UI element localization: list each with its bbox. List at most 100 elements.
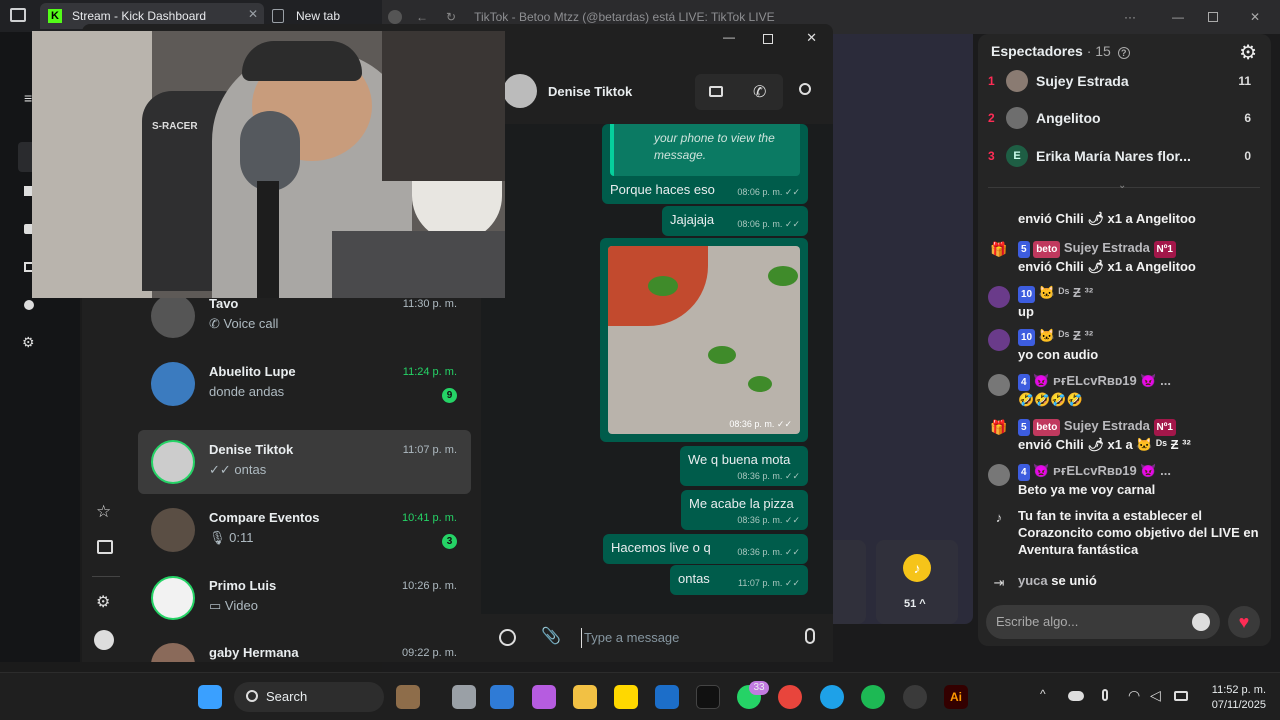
like-heart-button[interactable]: ♥ — [1228, 606, 1260, 638]
cloud-icon[interactable] — [1068, 691, 1084, 701]
chat-list: Tavo 11:30 p. m. ✆ Voice call Abuelito L… — [138, 296, 481, 662]
close-icon[interactable]: ✕ — [1250, 10, 1260, 24]
tab-actions-icon[interactable] — [10, 8, 26, 22]
chevron-up-icon[interactable]: ^ — [1040, 687, 1046, 701]
settings-gear-icon[interactable]: ⚙ — [1239, 40, 1257, 65]
menu-icon[interactable]: ≡ — [24, 90, 32, 106]
clock-date[interactable]: 07/11/2025 — [1200, 698, 1266, 713]
chat-username[interactable]: 👿 ᴘғELᴄᴠRʙᴅ19 👿 ... — [1033, 373, 1171, 388]
edge-icon — [388, 10, 402, 24]
viewer-row[interactable]: 3 E Erika María Nares flor... 0 — [988, 141, 1263, 171]
level-badge: 4 — [1018, 374, 1030, 391]
viewer-name: Erika María Nares flor... — [1036, 148, 1191, 164]
more-options-icon[interactable]: ··· — [1124, 10, 1136, 24]
image-message[interactable]: 08:36 p. m. ✓✓ — [600, 238, 808, 442]
maximize-icon[interactable] — [763, 34, 773, 44]
chat-message: 4 👿 ᴘғELᴄᴠRʙᴅ19 👿 ... 🤣🤣🤣🤣 — [988, 372, 1264, 408]
gift-tile-partial[interactable] — [833, 540, 866, 624]
chevron-down-icon[interactable]: ⌄ — [1118, 180, 1126, 191]
starred-icon[interactable]: ☆ — [96, 502, 111, 522]
back-icon[interactable]: ← — [416, 10, 428, 24]
chat-username[interactable]: 🐱 ᴰˢ Ƶ ³² — [1039, 285, 1093, 300]
team-badge: beto — [1033, 419, 1061, 436]
chrome-icon[interactable] — [778, 685, 802, 709]
mic-icon[interactable] — [805, 628, 815, 644]
chat-preview: Voice call — [223, 316, 279, 331]
file-explorer-icon[interactable] — [573, 685, 597, 709]
chat-item-compare-eventos[interactable]: Compare Eventos 10:41 p. m. 🎙 0:11 3 — [138, 498, 471, 562]
battery-icon[interactable] — [1174, 691, 1188, 701]
message-input[interactable]: Type a message — [581, 628, 781, 648]
kick-logo-icon: K — [48, 9, 62, 23]
spotify-icon[interactable] — [861, 685, 885, 709]
edge-icon[interactable] — [820, 685, 844, 709]
volume-icon[interactable]: ◁ — [1150, 687, 1161, 704]
refresh-icon[interactable]: ↻ — [446, 10, 456, 24]
viewer-rank: 2 — [988, 111, 995, 125]
avatar — [988, 286, 1010, 308]
microphone-icon[interactable] — [1102, 689, 1108, 701]
chat-item-abuelito-lupe[interactable]: Abuelito Lupe 11:24 p. m. donde andas 9 — [138, 352, 471, 416]
minimize-icon[interactable]: — — [1172, 10, 1184, 24]
search-icon[interactable] — [799, 83, 811, 95]
avatar — [988, 464, 1010, 486]
chat-username[interactable]: Sujey Estrada — [1064, 418, 1150, 433]
wifi-icon[interactable]: ◠ — [1128, 687, 1140, 704]
minimize-icon[interactable]: — — [723, 30, 735, 44]
chat-item-primo-luis[interactable]: Primo Luis 10:26 p. m. ▭ Video — [138, 566, 471, 630]
emoji-icon[interactable] — [499, 629, 516, 646]
attach-icon[interactable]: 📎 — [541, 626, 561, 646]
video-call-icon — [709, 86, 723, 97]
chat-username[interactable]: 👿 ᴘғELᴄᴠRʙᴅ19 👿 ... — [1033, 463, 1171, 478]
chat-input[interactable]: Escribe algo... — [986, 605, 1220, 639]
chat-text: 🤣🤣🤣🤣 — [1018, 392, 1083, 407]
task-view-icon[interactable] — [452, 685, 476, 709]
new-tab-page-icon — [272, 9, 284, 23]
illustrator-icon[interactable]: Ai — [944, 685, 968, 709]
close-tab-icon[interactable]: ✕ — [248, 7, 258, 21]
settings-icon[interactable]: ⚙ — [22, 334, 35, 351]
chat-username[interactable]: 🐱 ᴰˢ Ƶ ³² — [1039, 328, 1093, 343]
viewer-row[interactable]: 1 Sujey Estrada 11 — [988, 66, 1263, 96]
profile-avatar[interactable] — [94, 630, 114, 650]
chat-item-denise-tiktok[interactable]: Denise Tiktok 11:07 p. m. ✓✓ ontas — [138, 430, 471, 494]
chat-text: Tu fan te invita a establecer el Corazon… — [1018, 508, 1259, 557]
outlook-icon[interactable] — [655, 685, 679, 709]
obs-icon[interactable] — [903, 685, 927, 709]
avatar — [151, 576, 195, 620]
chat-time: 11:07 p. m. — [402, 444, 457, 456]
viewer-rank: 3 — [988, 149, 995, 163]
chat-item-tavo[interactable]: Tavo 11:30 p. m. ✆ Voice call — [138, 296, 471, 348]
chat-username[interactable]: Sujey Estrada — [1064, 240, 1150, 255]
tiktok-coin-icon: ♪ — [903, 554, 931, 582]
unread-badge: 9 — [442, 388, 457, 403]
tiktok-icon[interactable] — [696, 685, 720, 709]
close-icon[interactable]: ✕ — [806, 30, 817, 46]
sticky-notes-icon[interactable] — [614, 685, 638, 709]
maximize-icon[interactable] — [1208, 12, 1218, 22]
video-call-button[interactable]: ✆ — [695, 74, 783, 110]
windows-start-icon[interactable] — [198, 685, 222, 709]
users-icon[interactable] — [24, 300, 34, 310]
widgets-icon[interactable] — [396, 685, 420, 709]
chat-text: envió Chili 🌶 x1 a Angelitoo — [1018, 211, 1196, 226]
chat-username[interactable]: yuca — [1018, 573, 1048, 588]
level-badge: 10 — [1018, 329, 1036, 346]
avatar[interactable] — [503, 74, 537, 108]
chat-text: envió Chili 🌶 x1 a 🐱 ᴰˢ Ƶ ³² — [1018, 437, 1191, 452]
emoji-icon[interactable] — [1192, 613, 1210, 631]
archive-icon[interactable] — [97, 540, 113, 554]
gift-tile[interactable]: ♪ 51 ^ — [876, 540, 958, 624]
viewer-row[interactable]: 2 Angelitoo 6 — [988, 103, 1263, 133]
chat-item-gaby-hermana[interactable]: gaby Hermana 09:22 p. m. — [138, 633, 471, 662]
taskbar-search[interactable]: Search — [234, 682, 384, 712]
search-icon — [246, 690, 258, 702]
clock-time[interactable]: 11:52 p. m. — [1200, 683, 1266, 698]
settings-icon[interactable]: ⚙ — [96, 592, 110, 612]
double-check-icon: ✓✓ — [209, 462, 235, 477]
store-icon[interactable] — [490, 685, 514, 709]
info-icon[interactable]: ? — [1117, 47, 1130, 59]
chat-name: Denise Tiktok — [209, 442, 294, 457]
copilot-icon[interactable] — [532, 685, 556, 709]
contact-name[interactable]: Denise Tiktok — [548, 84, 632, 99]
